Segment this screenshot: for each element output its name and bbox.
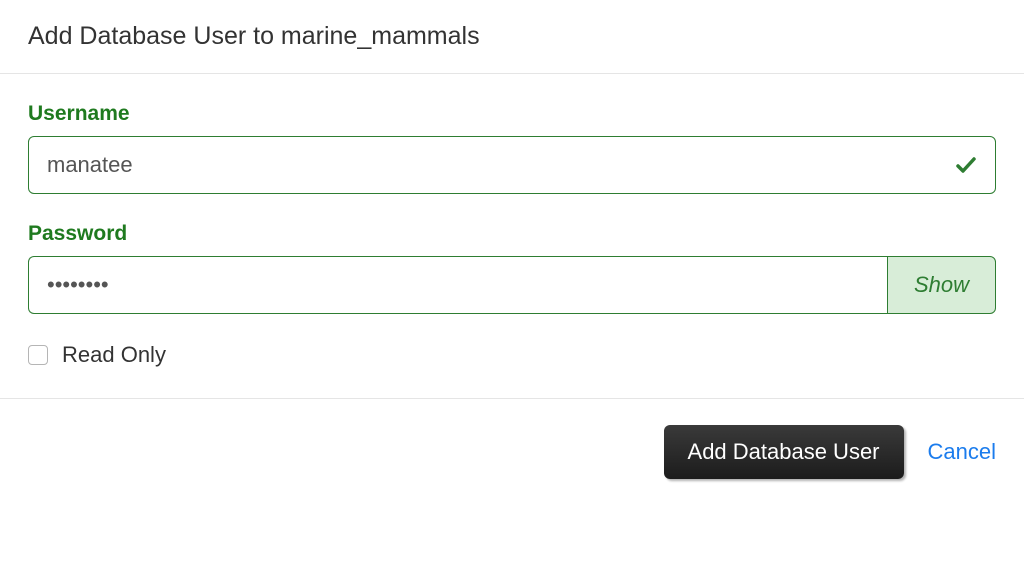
modal-header: Add Database User to marine_mammals [0,0,1024,74]
username-label: Username [28,102,996,126]
password-group: Password Show [28,222,996,314]
add-db-user-modal: Add Database User to marine_mammals User… [0,0,1024,505]
readonly-checkbox[interactable] [28,345,48,365]
username-input[interactable] [28,136,996,194]
password-input-wrapper: Show [28,256,996,314]
password-label: Password [28,222,996,246]
username-input-wrapper [28,136,996,194]
cancel-button[interactable]: Cancel [928,439,996,465]
password-input[interactable] [28,256,887,314]
modal-title: Add Database User to marine_mammals [28,22,996,51]
modal-body: Username Password Show Read Only [0,74,1024,398]
show-password-button[interactable]: Show [887,256,996,314]
readonly-row: Read Only [28,342,996,368]
add-database-user-button[interactable]: Add Database User [664,425,904,479]
modal-footer: Add Database User Cancel [0,398,1024,505]
readonly-label[interactable]: Read Only [62,342,166,368]
username-group: Username [28,102,996,194]
